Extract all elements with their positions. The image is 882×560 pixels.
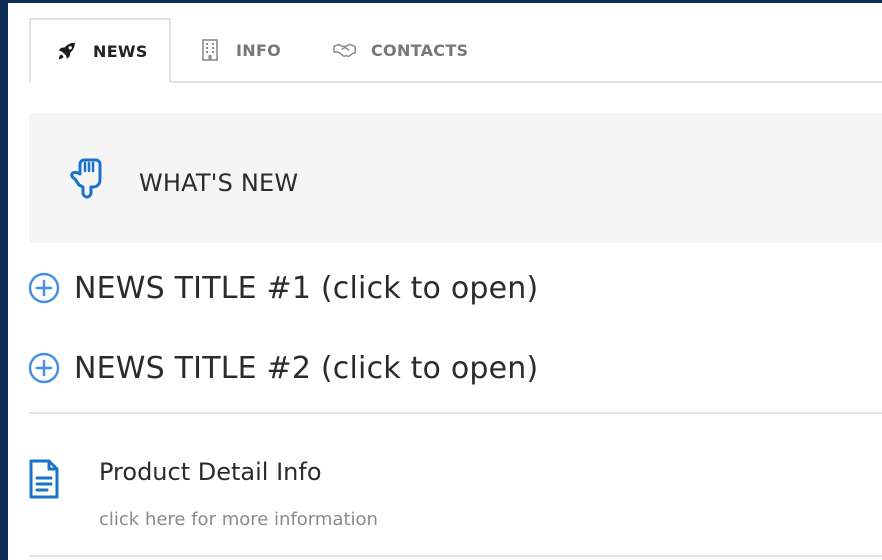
tab-info[interactable]: INFO xyxy=(198,18,281,82)
plus-circle-icon xyxy=(28,352,60,384)
page-frame: NEWS INFO CONTACTS WHAT'S NEW NEWS TITLE… xyxy=(8,3,882,560)
rocket-icon xyxy=(55,40,79,62)
news-item-2[interactable]: NEWS TITLE #2 (click to open) xyxy=(28,348,538,388)
divider xyxy=(29,412,882,414)
whats-new-header: WHAT'S NEW xyxy=(29,113,882,243)
tab-contacts-label: CONTACTS xyxy=(371,40,469,60)
plus-circle-icon xyxy=(28,272,60,304)
tab-contacts[interactable]: CONTACTS xyxy=(333,18,468,82)
news-item-2-title: NEWS TITLE #2 (click to open) xyxy=(74,350,539,386)
tab-bar-underline xyxy=(171,81,882,83)
tab-info-label: INFO xyxy=(236,40,282,60)
handshake-icon xyxy=(333,39,357,61)
product-detail-title[interactable]: Product Detail Info xyxy=(99,458,322,486)
document-icon[interactable] xyxy=(28,458,60,504)
news-item-1[interactable]: NEWS TITLE #1 (click to open) xyxy=(28,268,538,308)
whats-new-title: WHAT'S NEW xyxy=(139,169,299,197)
product-detail-link[interactable]: click here for more information xyxy=(99,509,378,530)
divider xyxy=(29,555,882,557)
tab-news[interactable]: NEWS xyxy=(29,18,171,82)
tab-news-label: NEWS xyxy=(93,41,148,61)
pointing-hand-icon xyxy=(67,157,107,205)
news-item-1-title: NEWS TITLE #1 (click to open) xyxy=(74,270,539,306)
tab-bar: NEWS INFO CONTACTS xyxy=(8,3,882,83)
building-icon xyxy=(198,39,222,61)
